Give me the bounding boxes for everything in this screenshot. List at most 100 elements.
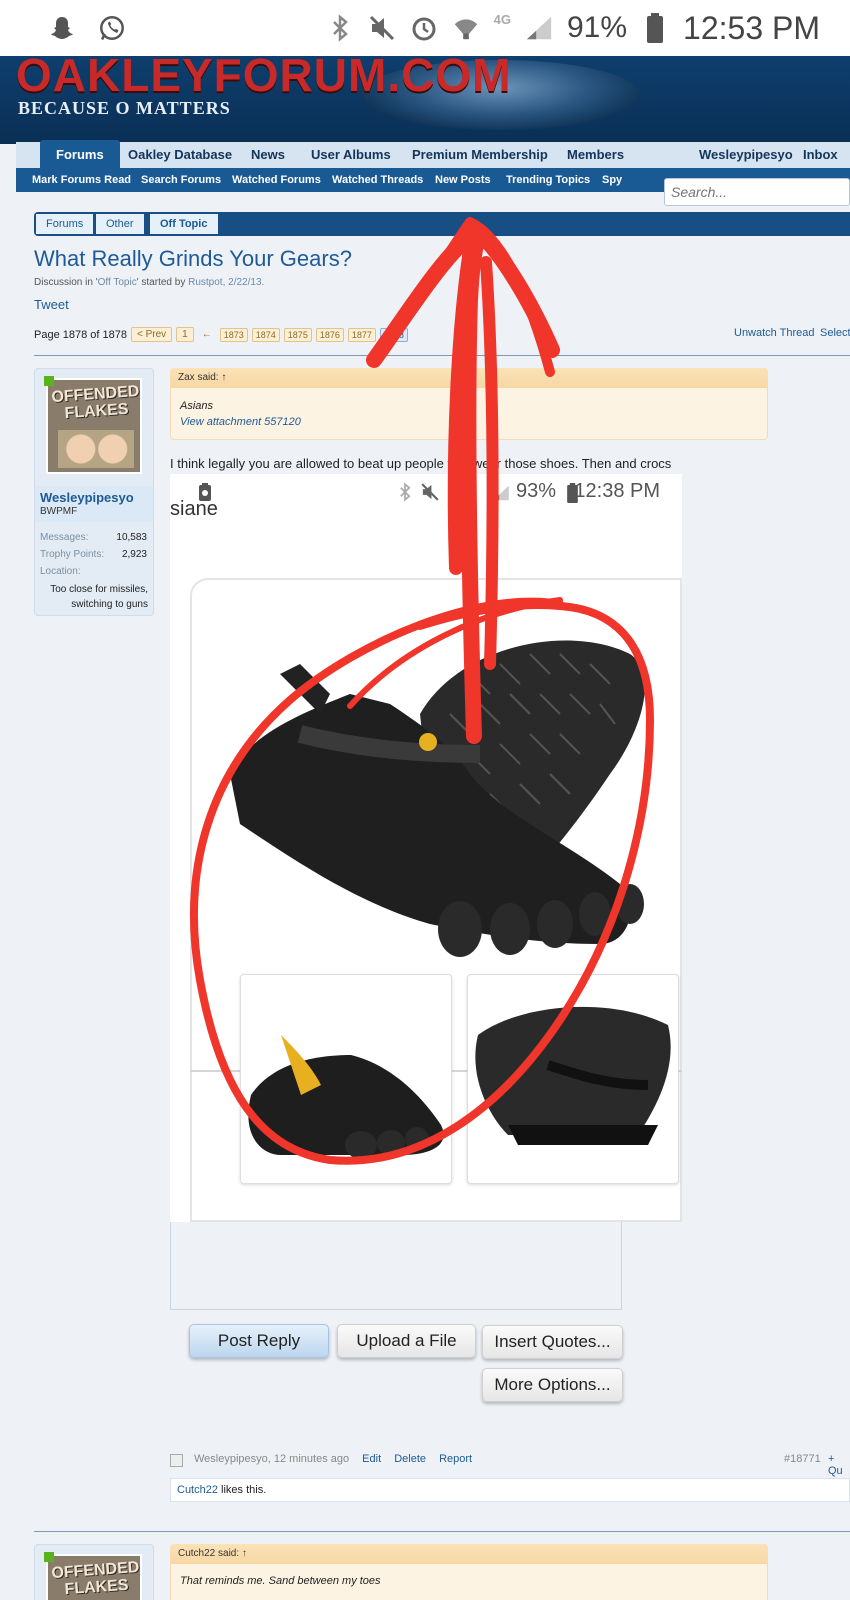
site-logo[interactable]: OAKLEYFORUM.COM [16, 56, 511, 102]
thumbnail-shoe-side[interactable] [240, 974, 452, 1184]
subnav-search-forums[interactable]: Search Forums [141, 168, 221, 192]
battery-icon [641, 13, 669, 43]
thread-title: What Really Grinds Your Gears? [34, 246, 352, 271]
site-header: OAKLEYFORUM.COM BECAUSE O MATTERS [0, 56, 850, 144]
tab-user-albums[interactable]: User Albums [311, 142, 391, 168]
post-username[interactable]: Wesleypipesyo [40, 490, 134, 505]
search-input[interactable] [664, 178, 850, 206]
avatar-next[interactable]: OFFENDED FLAKES [46, 1554, 142, 1600]
nav-inbox[interactable]: Inbox [803, 142, 838, 168]
upload-file-button[interactable]: Upload a File [337, 1324, 476, 1358]
likes-text: likes this. [217, 1484, 267, 1496]
page-link-1878[interactable]: 1878 [379, 327, 408, 342]
breadcrumb-forums[interactable]: Forums [36, 214, 94, 234]
avatar[interactable]: OFFENDED FLAKES [46, 378, 142, 474]
avatar-art [58, 430, 134, 468]
meta-prefix: Discussion in ' [34, 277, 98, 288]
breadcrumb-off-topic[interactable]: Off Topic [150, 214, 218, 234]
subnav-mark-forums-read[interactable]: Mark Forums Read [32, 168, 131, 192]
online-indicator [44, 376, 54, 386]
divider [34, 355, 850, 356]
quote-body: Asians View attachment 557120 [180, 398, 301, 430]
meta-mid: ' started by [136, 277, 189, 288]
subnav-watched-threads[interactable]: Watched Threads [332, 168, 423, 192]
page-link-1876[interactable]: 1876 [315, 327, 344, 342]
snapchat-icon [48, 14, 76, 42]
post-content-border [170, 1222, 622, 1310]
nav-user-menu[interactable]: Wesleypipesyo [699, 142, 793, 168]
quote-text-next: That reminds me. Sand between my toes [180, 1575, 381, 1587]
stat-location-label: Location: [40, 566, 81, 577]
whatsapp-icon [98, 14, 126, 42]
stat-trophy-label: Trophy Points: [40, 549, 105, 560]
wifi-icon [452, 14, 480, 42]
status-bar: 4G 91% 12:53 PM [0, 0, 850, 56]
avatar-next-text: OFFENDED FLAKES [50, 1558, 140, 1599]
tab-news[interactable]: News [251, 142, 285, 168]
quote-author-next[interactable]: Cutch22 said: ↑ [170, 1544, 768, 1564]
post-footer: Wesleypipesyo, 12 minutes ago Edit Delet… [194, 1453, 472, 1465]
tab-members[interactable]: Members [567, 142, 624, 168]
likes-user-link[interactable]: Cutch22 [177, 1484, 218, 1496]
post-author-time[interactable]: Wesleypipesyo, 12 minutes ago [194, 1453, 349, 1465]
page-link-1875[interactable]: 1875 [283, 327, 312, 342]
site-tagline: BECAUSE O MATTERS [18, 98, 231, 118]
page-link-1873[interactable]: 1873 [219, 327, 248, 342]
tab-premium-membership[interactable]: Premium Membership [412, 142, 548, 168]
likes-summary: Cutch22 likes this. [170, 1478, 850, 1502]
select-post-checkbox[interactable] [170, 1454, 183, 1467]
thread-meta: Discussion in 'Off Topic' started by Rus… [34, 277, 264, 288]
more-options-button[interactable]: More Options... [482, 1368, 623, 1402]
page-nav: Page 1878 of 1878 < Prev 1 ← 1873 1874 1… [34, 327, 408, 342]
network-label: 4G [493, 11, 511, 27]
bluetooth-icon [326, 14, 354, 42]
subnav-watched-forums[interactable]: Watched Forums [232, 168, 321, 192]
quote-attachment-link[interactable]: View attachment 557120 [180, 414, 301, 430]
post-reply-button[interactable]: Post Reply [189, 1324, 329, 1358]
meta-author-link[interactable]: Rustpot [188, 277, 222, 288]
meta-forum-link[interactable]: Off Topic [98, 277, 137, 288]
online-indicator-next [44, 1552, 54, 1562]
post-divider [34, 1531, 850, 1532]
subnav-trending-topics[interactable]: Trending Topics [506, 168, 590, 192]
alarm-icon [410, 14, 438, 42]
delete-link[interactable]: Delete [394, 1453, 426, 1465]
shoe-side-icon [248, 1035, 444, 1159]
clock: 12:53 PM [683, 9, 820, 46]
insert-quotes-button[interactable]: Insert Quotes... [482, 1325, 623, 1359]
avatar-text: OFFENDED FLAKES [50, 382, 140, 423]
stat-location-value: Too close for missiles, switching to gun… [50, 584, 148, 610]
page-link-1877[interactable]: 1877 [347, 327, 376, 342]
quote-post-link[interactable]: + Qu [828, 1453, 850, 1477]
page-link-1[interactable]: 1 [176, 327, 194, 342]
page-skip[interactable]: ← [202, 329, 212, 340]
tab-forums[interactable]: Forums [40, 140, 120, 168]
prev-page-button[interactable]: < Prev [130, 327, 173, 342]
post-number[interactable]: #18771 [784, 1453, 821, 1465]
page-label: Page 1878 of 1878 [34, 328, 127, 341]
stat-messages-label: Messages: [40, 532, 89, 543]
thumbnail-flip-flop[interactable] [467, 974, 679, 1184]
stat-trophy-value: 2,923 [121, 549, 147, 560]
tweet-link[interactable]: Tweet [34, 297, 69, 312]
mute-icon [368, 14, 396, 42]
battery-percent: 91% [566, 11, 628, 44]
meta-date: , 2/22/13. [222, 277, 265, 288]
page-link-1874[interactable]: 1874 [251, 327, 280, 342]
subnav-spy[interactable]: Spy [602, 168, 622, 192]
subnav-new-posts[interactable]: New Posts [435, 168, 491, 192]
unwatch-thread-link[interactable]: Unwatch Thread [734, 327, 815, 339]
signal-icon [525, 14, 553, 42]
tab-oakley-database[interactable]: Oakley Database [128, 142, 232, 168]
stat-messages-value: 10,583 [116, 532, 147, 543]
main-nav: Forums Oakley Database News User Albums … [16, 140, 850, 168]
edit-link[interactable]: Edit [362, 1453, 381, 1465]
post-message: I think legally you are allowed to beat … [170, 456, 672, 471]
breadcrumb-other[interactable]: Other [96, 214, 144, 234]
flip-flop-icon [475, 1006, 671, 1145]
select-link[interactable]: Select [820, 327, 850, 339]
quote-text: Asians [180, 400, 214, 412]
report-link[interactable]: Report [439, 1453, 472, 1465]
quote-author[interactable]: Zax said: ↑ [170, 368, 768, 388]
user-title: BWPMF [40, 506, 78, 517]
